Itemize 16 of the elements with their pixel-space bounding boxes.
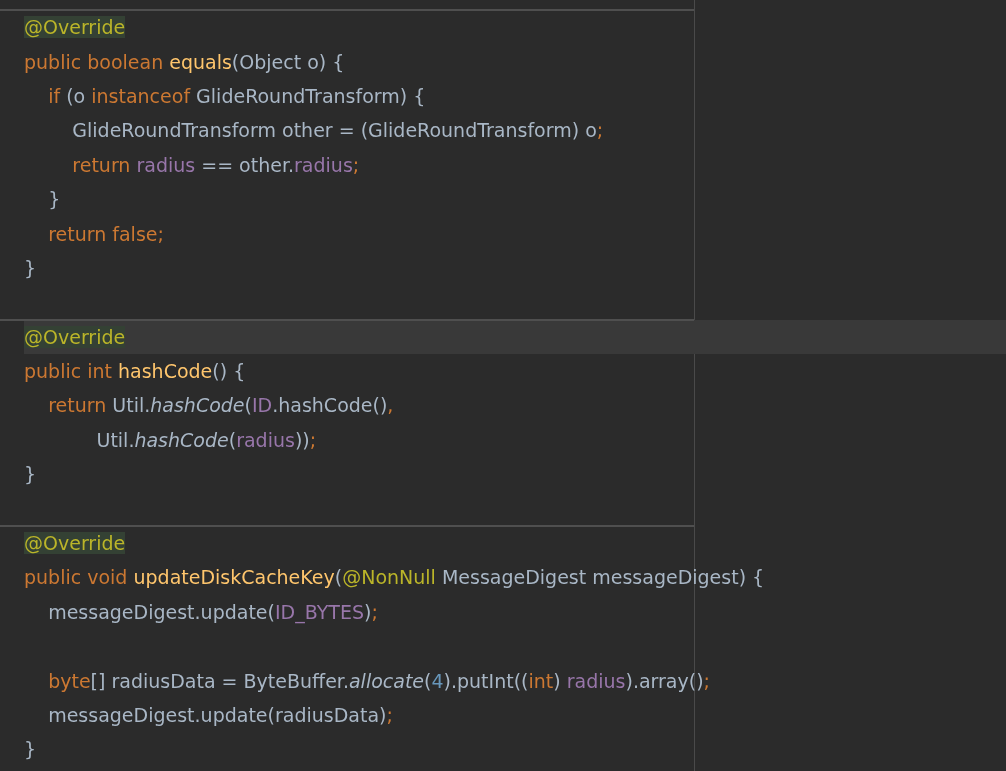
code-line: public boolean equals(Object o) {: [24, 49, 345, 75]
code-line: }: [24, 737, 37, 763]
code-line: messageDigest.update(radiusData);: [47, 703, 393, 728]
code-line: }: [24, 255, 37, 281]
code-line: return false;: [47, 221, 164, 247]
code-line: public void updateDiskCacheKey(@NonNull MessageDigest messageDigest) {: [24, 565, 765, 591]
code-line: byte[] radiusData = ByteBuffer.allocate(4).putInt((int) radius).array();: [47, 668, 710, 694]
code-line: return radius == other.radius;: [71, 152, 360, 178]
code-line: }: [47, 187, 61, 213]
code-line: Util.hashCode(radius));: [95, 427, 317, 453]
code-line: public int hashCode() {: [24, 359, 246, 385]
code-line: GlideRoundTransform other = (GlideRoundTransform) o;: [71, 118, 604, 144]
code-line: }: [24, 462, 37, 488]
code-line: if (o instanceof GlideRoundTransform) {: [47, 83, 426, 109]
code-line: messageDigest.update(ID_BYTES);: [47, 599, 378, 626]
code-line: return Util.hashCode(ID.hashCode(),: [47, 393, 394, 419]
